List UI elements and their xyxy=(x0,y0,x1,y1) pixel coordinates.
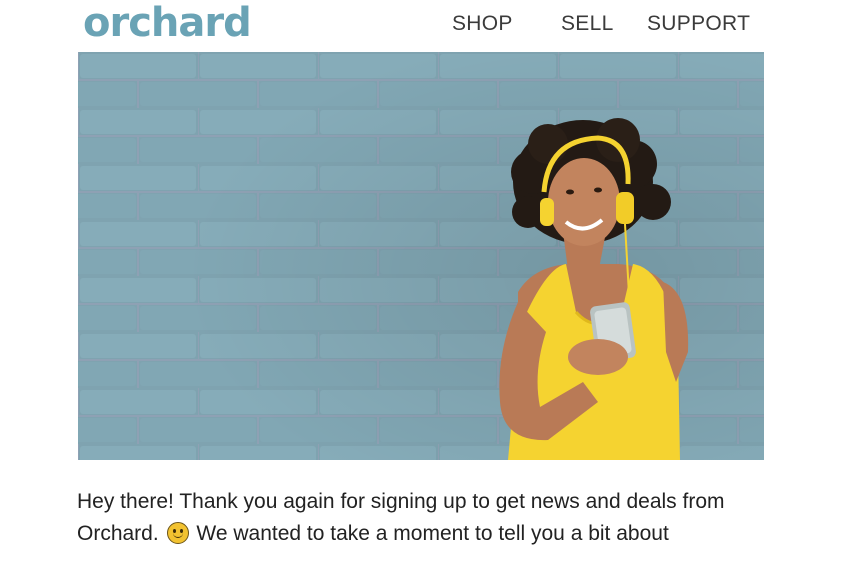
nav-support-link[interactable]: SUPPORT xyxy=(647,12,750,36)
intro-line-1: Hey there! Thank you again for signing u… xyxy=(77,490,725,513)
hero-vertical-wordmark: orchard xyxy=(78,114,93,460)
intro-line-2a: Orchard. xyxy=(77,522,159,545)
intro-paragraph: Hey there! Thank you again for signing u… xyxy=(77,486,777,550)
orchard-logo[interactable]: orchard xyxy=(83,0,252,49)
hero-banner[interactable]: orchard xyxy=(78,52,764,460)
intro-line-2b: We wanted to take a moment to tell you a… xyxy=(196,522,669,545)
smiley-icon xyxy=(166,522,189,544)
hero-photo xyxy=(78,52,764,460)
nav-sell-link[interactable]: SELL xyxy=(561,12,614,36)
email-header: orchard SHOP SELL SUPPORT xyxy=(0,0,847,52)
nav-shop-link[interactable]: SHOP xyxy=(452,12,513,36)
